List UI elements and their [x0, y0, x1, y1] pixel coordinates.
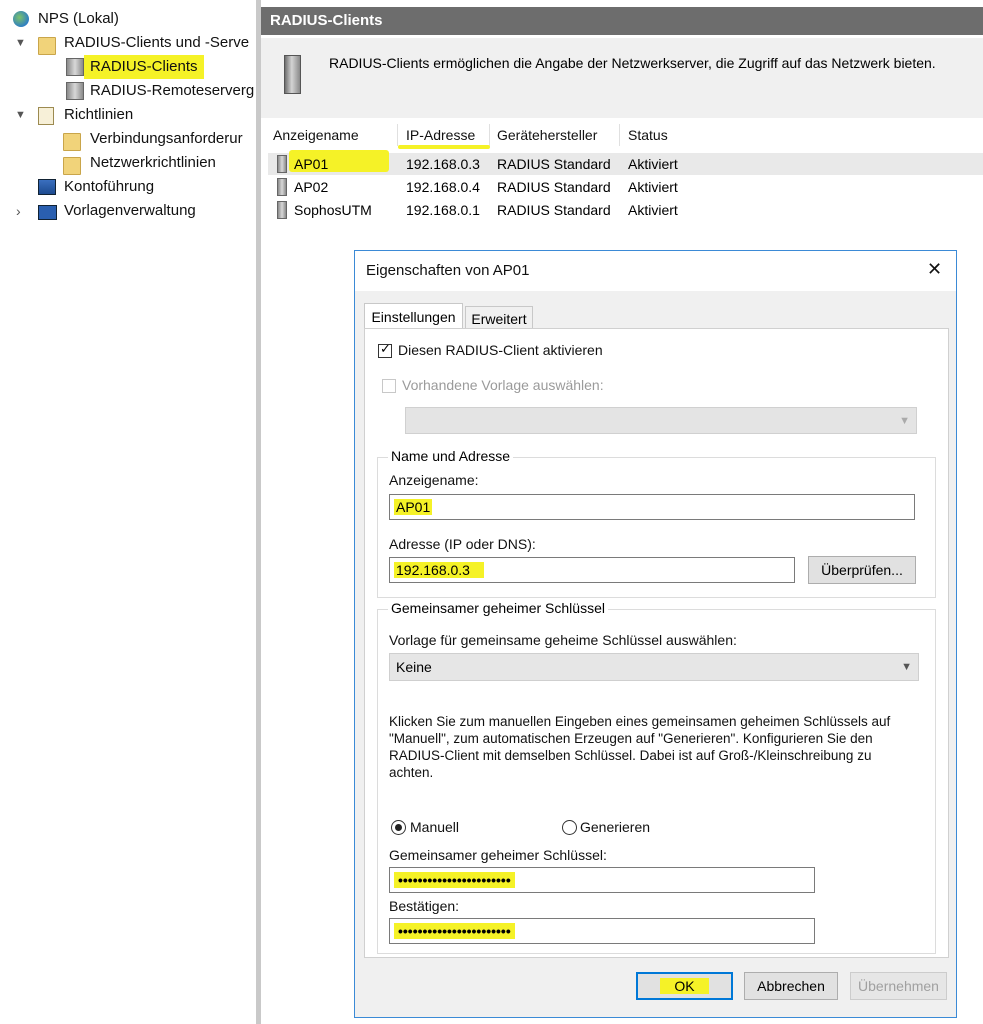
- dialog-title-bar[interactable]: Eigenschaften von AP01 ✕: [355, 251, 956, 291]
- tree-item-network-policies[interactable]: Netzwerkrichtlinien: [0, 151, 256, 175]
- radio-generate-label: Generieren: [580, 819, 651, 835]
- chevron-down-icon[interactable]: ▼: [15, 31, 26, 55]
- pane-splitter[interactable]: [256, 0, 261, 1024]
- verify-button[interactable]: Überprüfen...: [808, 556, 916, 584]
- help-text: Klicken Sie zum manuellen Eingeben eines…: [389, 714, 891, 780]
- close-icon[interactable]: ✕: [927, 259, 942, 280]
- radio-manual-label: Manuell: [410, 819, 460, 835]
- cell-ip: 192.168.0.3: [406, 156, 480, 172]
- client-icon: [277, 178, 287, 196]
- ok-button[interactable]: OK: [636, 972, 733, 1000]
- cancel-button[interactable]: Abbrechen: [744, 972, 838, 1000]
- cell-name: AP01: [294, 156, 329, 172]
- display-name-input[interactable]: AP01: [389, 494, 915, 520]
- tree-item-nps-local[interactable]: NPS (Lokal): [0, 7, 256, 31]
- column-header-vendor[interactable]: Gerätehersteller: [497, 124, 597, 146]
- tree-item-connection-request-policies[interactable]: Verbindungsanforderur: [0, 127, 256, 151]
- tree-item-accounting[interactable]: Kontoführung: [0, 175, 256, 199]
- tree-item-template-management[interactable]: › Vorlagenverwaltung: [0, 199, 256, 223]
- cell-status: Aktiviert: [628, 156, 678, 172]
- use-template-checkbox[interactable]: [382, 379, 396, 393]
- panel-header: RADIUS-Clients: [261, 7, 983, 35]
- client-icon: [277, 155, 287, 173]
- radio-manual[interactable]: [391, 820, 406, 835]
- display-name-label: Anzeigename:: [389, 472, 479, 488]
- description-box: RADIUS-Clients ermöglichen die Angabe de…: [261, 38, 983, 118]
- cell-name: SophosUTM: [294, 202, 372, 218]
- cell-name: AP02: [294, 179, 329, 195]
- monitor-icon: [38, 205, 57, 220]
- enable-client-checkbox[interactable]: ✓: [378, 341, 392, 358]
- policy-icon: [38, 107, 54, 125]
- column-separator[interactable]: [397, 124, 398, 146]
- server-icon: [284, 55, 301, 94]
- tree-item-radius-remote-server-groups[interactable]: RADIUS-Remoteserverg: [0, 79, 256, 103]
- cell-vendor: RADIUS Standard: [497, 202, 611, 218]
- tab-settings[interactable]: Einstellungen: [364, 303, 463, 330]
- highlight-mark: [398, 145, 490, 149]
- secret-input[interactable]: •••••••••••••••••••••••: [389, 867, 815, 893]
- folder-icon: [63, 133, 81, 151]
- folder-icon: [63, 157, 81, 175]
- cell-status: Aktiviert: [628, 179, 678, 195]
- accounting-icon: [38, 179, 56, 195]
- chevron-down-icon: ▼: [901, 661, 912, 673]
- apply-button[interactable]: Übernehmen: [850, 972, 947, 1000]
- table-row[interactable]: [268, 199, 983, 221]
- use-template-label: Vorhandene Vorlage auswählen:: [402, 377, 604, 393]
- table-row[interactable]: [268, 176, 983, 198]
- secret-template-select[interactable]: Keine ▼: [389, 653, 919, 681]
- chevron-down-icon: ▼: [899, 415, 910, 427]
- tab-advanced[interactable]: Erweitert: [465, 306, 533, 330]
- column-header-display-name[interactable]: Anzeigename: [273, 124, 359, 146]
- console-tree: NPS (Lokal) ▼ RADIUS-Clients und -Serve …: [0, 0, 257, 1024]
- address-input[interactable]: 192.168.0.3: [389, 557, 795, 583]
- properties-dialog: Eigenschaften von AP01 ✕ Einstellungen E…: [354, 250, 957, 1018]
- tree-item-policies[interactable]: ▼ Richtlinien: [0, 103, 256, 127]
- globe-icon: [13, 11, 29, 27]
- secret-template-label: Vorlage für gemeinsame geheime Schlüssel…: [389, 632, 737, 648]
- template-select[interactable]: ▼: [405, 407, 917, 434]
- cell-vendor: RADIUS Standard: [497, 179, 611, 195]
- cell-vendor: RADIUS Standard: [497, 156, 611, 172]
- cell-status: Aktiviert: [628, 202, 678, 218]
- cell-ip: 192.168.0.1: [406, 202, 480, 218]
- column-separator[interactable]: [619, 124, 620, 146]
- column-header-ip-address[interactable]: IP-Adresse: [406, 124, 475, 146]
- chevron-right-icon[interactable]: ›: [16, 199, 21, 223]
- column-separator[interactable]: [489, 124, 490, 146]
- checkmark-icon: ✓: [380, 341, 391, 356]
- confirm-label: Bestätigen:: [389, 898, 460, 914]
- tree-item-radius-clients[interactable]: RADIUS-Clients: [0, 55, 256, 79]
- client-icon: [277, 201, 287, 219]
- enable-client-label: Diesen RADIUS-Client aktivieren: [398, 342, 603, 358]
- group-shared-secret-title: Gemeinsamer geheimer Schlüssel: [388, 600, 608, 616]
- confirm-input[interactable]: •••••••••••••••••••••••: [389, 918, 815, 944]
- cell-ip: 192.168.0.4: [406, 179, 480, 195]
- folder-icon: [38, 37, 56, 55]
- chevron-down-icon[interactable]: ▼: [15, 103, 26, 127]
- server-icon: [66, 58, 84, 76]
- group-name-address-title: Name und Adresse: [388, 448, 514, 464]
- radio-generate[interactable]: [562, 820, 577, 835]
- server-group-icon: [66, 82, 84, 100]
- column-header-status[interactable]: Status: [628, 124, 668, 146]
- address-label: Adresse (IP oder DNS):: [389, 536, 536, 552]
- secret-label: Gemeinsamer geheimer Schlüssel:: [389, 847, 607, 863]
- dialog-title: Eigenschaften von AP01: [366, 262, 530, 279]
- tab-page-settings: ✓ Diesen RADIUS-Client aktivieren Vorhan…: [364, 328, 949, 958]
- tree-item-radius-clients-servers[interactable]: ▼ RADIUS-Clients und -Serve: [0, 31, 256, 55]
